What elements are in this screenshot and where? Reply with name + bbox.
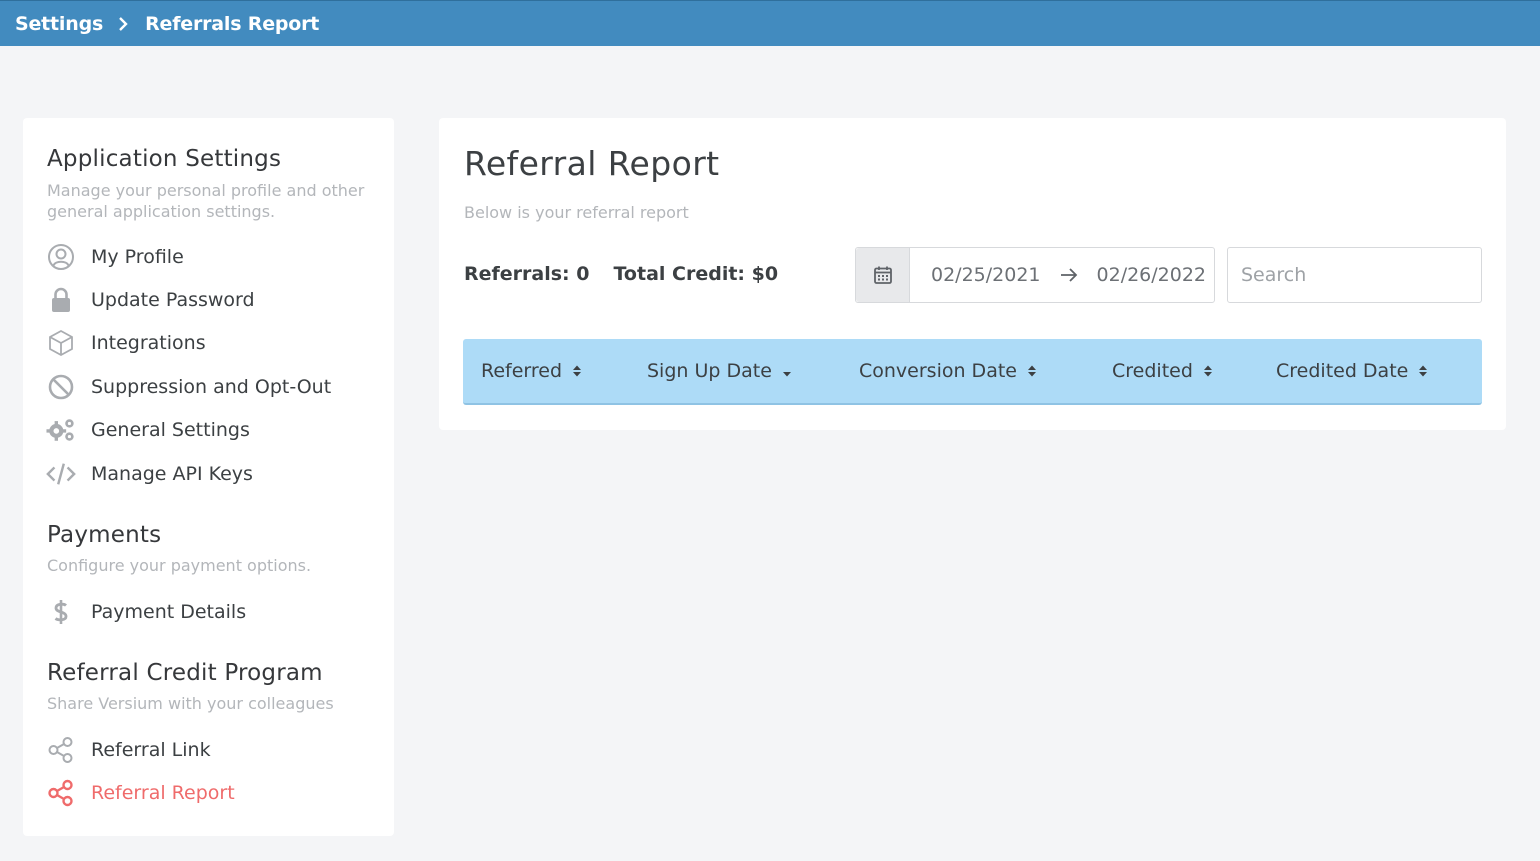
sidebar-item-update-password[interactable]: Update Password (46, 285, 255, 315)
lock-icon (46, 285, 78, 315)
sidebar-item-label: Referral Report (91, 782, 235, 804)
sidebar-item-manage-api-keys[interactable]: Manage API Keys (46, 459, 253, 489)
sort-desc-icon (782, 367, 792, 381)
calendar-icon[interactable] (856, 248, 910, 302)
column-label: Credited (1112, 360, 1193, 382)
column-header-credited-date[interactable]: Credited Date (1276, 339, 1428, 403)
user-circle-icon (46, 242, 78, 272)
sidebar-item-suppression[interactable]: Suppression and Opt-Out (46, 372, 331, 402)
sort-icon (1203, 364, 1213, 378)
code-icon (46, 459, 78, 489)
date-range-picker[interactable]: 02/25/2021 02/26/2022 (855, 247, 1215, 303)
date-range-start[interactable]: 02/25/2021 (931, 264, 1041, 286)
referrals-count: Referrals: 0 (464, 263, 590, 285)
section-title-payments: Payments (47, 522, 162, 548)
section-desc-payments: Configure your payment options. (47, 556, 312, 575)
breadcrumb-referrals-report: Referrals Report (145, 12, 320, 35)
section-desc-referral-credit-program: Share Versium with your colleagues (47, 694, 334, 713)
sidebar-item-label: Update Password (91, 289, 255, 311)
page-subtitle: Below is your referral report (464, 203, 689, 222)
page-title: Referral Report (464, 144, 720, 183)
section-title-referral-credit-program: Referral Credit Program (47, 660, 323, 686)
sidebar-item-label: Suppression and Opt-Out (91, 376, 332, 398)
section-desc-application-settings: Manage your personal profile and other g… (47, 181, 365, 221)
section-title-application-settings: Application Settings (47, 146, 282, 172)
settings-sidebar: Application Settings Manage your persona… (23, 118, 394, 836)
sidebar-item-label: Payment Details (91, 601, 247, 623)
column-header-credited[interactable]: Credited (1112, 339, 1213, 403)
column-label: Referred (481, 360, 563, 382)
sidebar-item-referral-report[interactable]: Referral Report (46, 778, 235, 808)
sidebar-item-my-profile[interactable]: My Profile (46, 242, 184, 272)
sidebar-item-referral-link[interactable]: Referral Link (46, 735, 211, 765)
referral-report-panel: Referral Report Below is your referral r… (439, 118, 1506, 430)
sort-icon (1418, 364, 1428, 378)
sidebar-item-label: Integrations (91, 332, 206, 354)
sidebar-item-integrations[interactable]: Integrations (46, 328, 206, 358)
search-input[interactable] (1227, 247, 1482, 303)
sidebar-item-label: Manage API Keys (91, 463, 253, 485)
column-label: Sign Up Date (647, 360, 772, 382)
sidebar-item-label: General Settings (91, 419, 250, 441)
chevron-right-icon (117, 16, 129, 31)
column-header-referred[interactable]: Referred (481, 339, 582, 403)
total-credit: Total Credit: $0 (613, 263, 779, 285)
date-range-end[interactable]: 02/26/2022 (1097, 264, 1207, 286)
cube-icon (46, 328, 78, 358)
gears-icon (46, 415, 78, 445)
column-label: Conversion Date (859, 360, 1017, 382)
column-label: Credited Date (1276, 360, 1409, 382)
sidebar-item-general-settings[interactable]: General Settings (46, 415, 250, 445)
column-header-sign-up-date[interactable]: Sign Up Date (647, 339, 792, 403)
report-stats: Referrals: 0 Total Credit: $0 (464, 263, 778, 285)
share-icon (46, 735, 78, 765)
column-header-conversion-date[interactable]: Conversion Date (859, 339, 1037, 403)
sidebar-item-label: Referral Link (91, 739, 211, 761)
arrow-right-icon (1059, 265, 1079, 285)
top-bar: Settings Referrals Report (0, 0, 1540, 46)
table-header: Referred Sign Up Date Conversion Date Cr… (463, 339, 1482, 405)
sort-icon (1027, 364, 1037, 378)
breadcrumb-settings[interactable]: Settings (15, 13, 103, 35)
sidebar-item-label: My Profile (91, 246, 184, 268)
ban-icon (46, 372, 78, 402)
share-icon (46, 778, 78, 808)
dollar-icon (46, 597, 78, 627)
sort-icon (572, 364, 582, 378)
sidebar-item-payment-details[interactable]: Payment Details (46, 597, 246, 627)
